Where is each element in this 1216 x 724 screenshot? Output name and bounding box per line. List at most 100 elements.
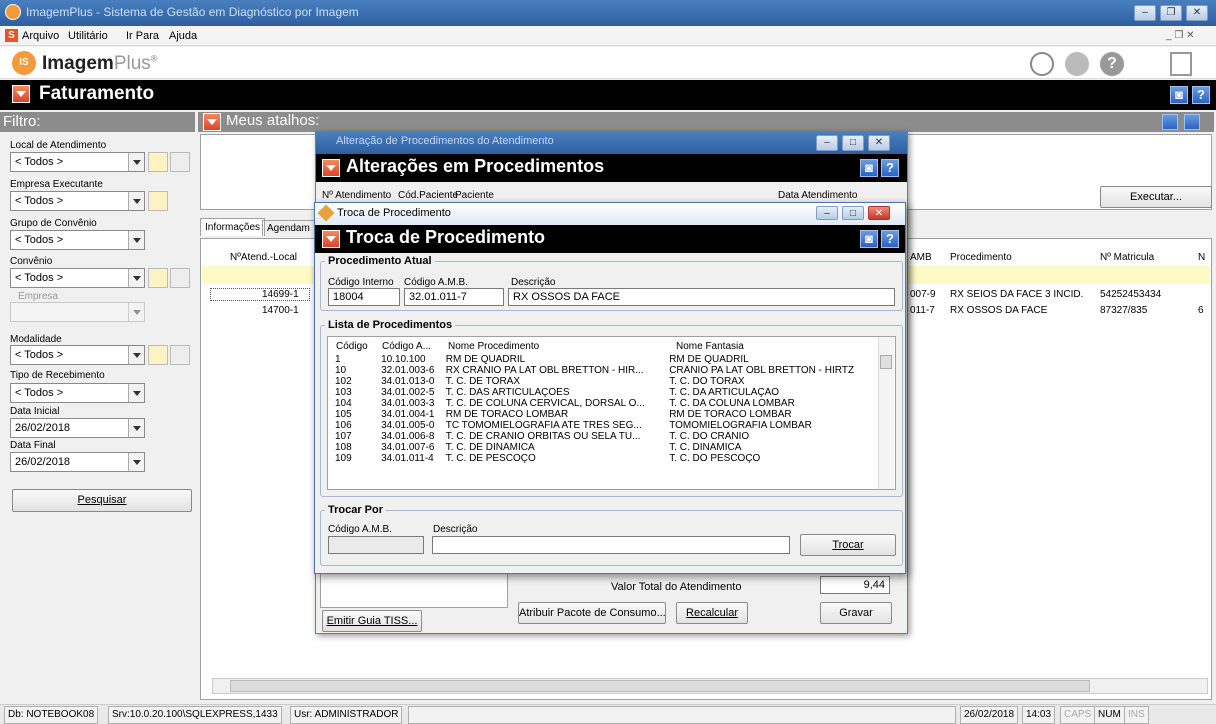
refresh-icon[interactable]: ◙	[1170, 86, 1188, 104]
procedimento-cell: T. C. DO TÓRAX	[669, 376, 745, 387]
trocar-button[interactable]: Trocar	[800, 534, 896, 556]
troca-minimize[interactable]: –	[816, 206, 838, 220]
row1-proc[interactable]: RX SEIOS DA FACE 3 INCID.	[950, 289, 1083, 300]
atribuir-pacote-button[interactable]: Atribuir Pacote de Consumo...	[518, 602, 666, 624]
alteracoes-refresh-icon[interactable]: ◙	[860, 159, 878, 177]
list-col-codamb[interactable]: Código A...	[382, 341, 431, 352]
convenio-select[interactable]: < Todos >	[10, 268, 145, 288]
troca-maximize[interactable]: □	[842, 206, 864, 220]
troca-collapse-icon[interactable]	[322, 230, 340, 248]
procedimento-row[interactable]: 107 34.01.006-8 T. C. DE CRÂNIO ÓRBITAS OU…	[335, 431, 875, 442]
alteracoes-collapse-icon[interactable]	[322, 159, 340, 177]
gravar-button[interactable]: Gravar	[820, 602, 892, 624]
grupo-select[interactable]: < Todos >	[10, 230, 145, 250]
alteracoes-header: Alterações em Procedimentos	[346, 156, 605, 176]
procedimento-cell: T. C. DA COLUNA LOMBAR	[669, 398, 795, 409]
alteracoes-maximize[interactable]: □	[842, 135, 864, 151]
procedimento-row[interactable]: 10 32.01.003-6 RX CRÂNIO PA LAT OBL BRETTO…	[335, 365, 875, 376]
modalidade-select[interactable]: < Todos >	[10, 345, 145, 365]
empresa-label: Empresa	[18, 291, 59, 302]
procedimento-cell: T. C. DE CRÂNIO ÓRBITAS OU SELA TÚ...	[445, 431, 641, 442]
tipo-select[interactable]: < Todos >	[10, 383, 145, 403]
col-procedimento[interactable]: Procedimento	[950, 252, 1012, 263]
data-inicial-field[interactable]: 26/02/2018	[10, 418, 145, 438]
alteracoes-minimize[interactable]: –	[816, 135, 838, 151]
procedimento-cell: T. C. DO CRÂNIO	[669, 431, 750, 442]
procedimento-row[interactable]: 106 34.01.005-0 TC TOMOMIELOGRAFIA ATÉ TRÊ…	[335, 420, 875, 431]
user-icon[interactable]	[1065, 52, 1089, 76]
executar-button[interactable]: Executar...	[1100, 186, 1212, 208]
modalidade-list-icon[interactable]	[170, 345, 190, 365]
alteracoes-help-icon[interactable]: ?	[881, 159, 899, 177]
procedimento-row[interactable]: 105 34.01.004-1 RM DE TORACO LOMBAR RM DE T…	[335, 409, 875, 420]
shortcuts-list-icon[interactable]	[1162, 114, 1178, 130]
col-atend[interactable]: NºAtend.-Local	[230, 252, 297, 263]
procedimento-row[interactable]: 104 34.01.003-3 T. C. DE COLUNA CERVICAL, …	[335, 398, 875, 409]
convenio-search-icon[interactable]	[148, 268, 168, 288]
convenio-list-icon[interactable]	[170, 268, 190, 288]
data-final-field[interactable]: 26/02/2018	[10, 452, 145, 472]
local-select[interactable]: < Todos >	[10, 152, 145, 172]
menu-utilitario[interactable]: Utilitário	[68, 30, 108, 42]
tab-agendamentos[interactable]: Agendam	[262, 220, 318, 236]
procedimento-row[interactable]: 109 34.01.011-4 T. C. DE PESCOÇO T. C. DO P…	[335, 453, 875, 464]
menu-ajuda[interactable]: Ajuda	[169, 30, 197, 42]
list-col-nome[interactable]: Nome Procedimento	[448, 341, 539, 352]
menu-ir-para[interactable]: Ir Para	[126, 30, 159, 42]
procedimento-row[interactable]: 108 34.01.007-6 T. C. DE DINÂMICA T. C. DIN…	[335, 442, 875, 453]
exit-icon[interactable]	[1170, 52, 1192, 76]
procedimento-row[interactable]: 103 34.01.002-5 T. C. DAS ARTICULAÇÕES T. C…	[335, 387, 875, 398]
procedimento-cell: 34.01.006-8	[381, 431, 435, 442]
row1-atend[interactable]: 14699-1	[262, 289, 299, 300]
procedimento-row[interactable]: 102 34.01.013-0 T. C. DE TÓRAX T. C. DO TÓR…	[335, 376, 875, 387]
collapse-icon[interactable]	[12, 85, 30, 103]
emitir-guia-button[interactable]: Emitir Guia TISS...	[322, 610, 422, 632]
empresa-exec-select[interactable]: < Todos >	[10, 191, 145, 211]
alteracoes-notes[interactable]	[320, 568, 508, 608]
globe-icon[interactable]	[1030, 52, 1054, 76]
list-col-fantasia[interactable]: Nome Fantasia	[676, 341, 744, 352]
pesquisar-button[interactable]: Pesquisar	[12, 489, 192, 512]
alteracoes-close[interactable]: ✕	[868, 135, 890, 151]
mdi-controls[interactable]: _ ❐ ✕	[1166, 30, 1194, 41]
col-amb[interactable]: AMB	[910, 252, 932, 263]
row2-amb[interactable]: 011-7	[910, 305, 935, 316]
shortcuts-collapse-icon[interactable]	[203, 113, 221, 131]
cod-interno-field: 18004	[328, 288, 400, 306]
troca-refresh-icon[interactable]: ◙	[860, 230, 878, 248]
local-list-icon[interactable]	[170, 152, 190, 172]
row2-atend[interactable]: 14700-1	[262, 305, 299, 316]
row2-n[interactable]: 6	[1198, 305, 1204, 316]
procedimento-cell: T. C. DO PESCOÇO	[669, 453, 761, 464]
minimize-button[interactable]: –	[1134, 5, 1156, 21]
close-button[interactable]: ✕	[1186, 5, 1208, 21]
list-scroll-thumb[interactable]	[880, 355, 892, 369]
restore-button[interactable]: ❐	[1160, 5, 1182, 21]
trocar-desc-field[interactable]	[432, 536, 790, 554]
col-n[interactable]: N	[1198, 252, 1205, 263]
app-menu-icon[interactable]: S	[5, 29, 18, 42]
row1-amb[interactable]: 007-9	[910, 289, 936, 300]
list-col-codigo[interactable]: Código	[336, 341, 368, 352]
procedimento-row[interactable]: 1 10.10.100 RM DE QUADRIL RM DE QUADRIL	[335, 354, 875, 365]
shortcuts-minimize-icon[interactable]	[1184, 114, 1200, 130]
row2-matricula[interactable]: 87327/835	[1100, 305, 1147, 316]
help-button[interactable]: ?	[1192, 86, 1210, 104]
menu-arquivo[interactable]: Arquivo	[22, 30, 59, 42]
row1-matricula[interactable]: 54252453434	[1100, 289, 1161, 300]
modalidade-label: Modalidade	[10, 334, 62, 345]
local-search-icon[interactable]	[148, 152, 168, 172]
help-icon[interactable]: ?	[1100, 52, 1124, 76]
troca-help-icon[interactable]: ?	[881, 230, 899, 248]
procedimento-cell: T. C. DE TÓRAX	[445, 376, 521, 387]
recalcular-button[interactable]: Recalcular	[676, 602, 748, 624]
col-matricula[interactable]: Nº Matricula	[1100, 252, 1154, 263]
modalidade-search-icon[interactable]	[148, 345, 168, 365]
tab-informacoes[interactable]: Informações	[200, 218, 266, 236]
row2-proc[interactable]: RX OSSOS DA FACE	[950, 305, 1047, 316]
hscroll-thumb[interactable]	[230, 680, 1090, 692]
shortcuts-header	[198, 112, 1214, 132]
empresa-exec-search-icon[interactable]	[148, 191, 168, 211]
troca-close[interactable]: ✕	[868, 206, 890, 220]
procedimento-cell: RM DE TORACO LOMBAR	[669, 409, 792, 420]
